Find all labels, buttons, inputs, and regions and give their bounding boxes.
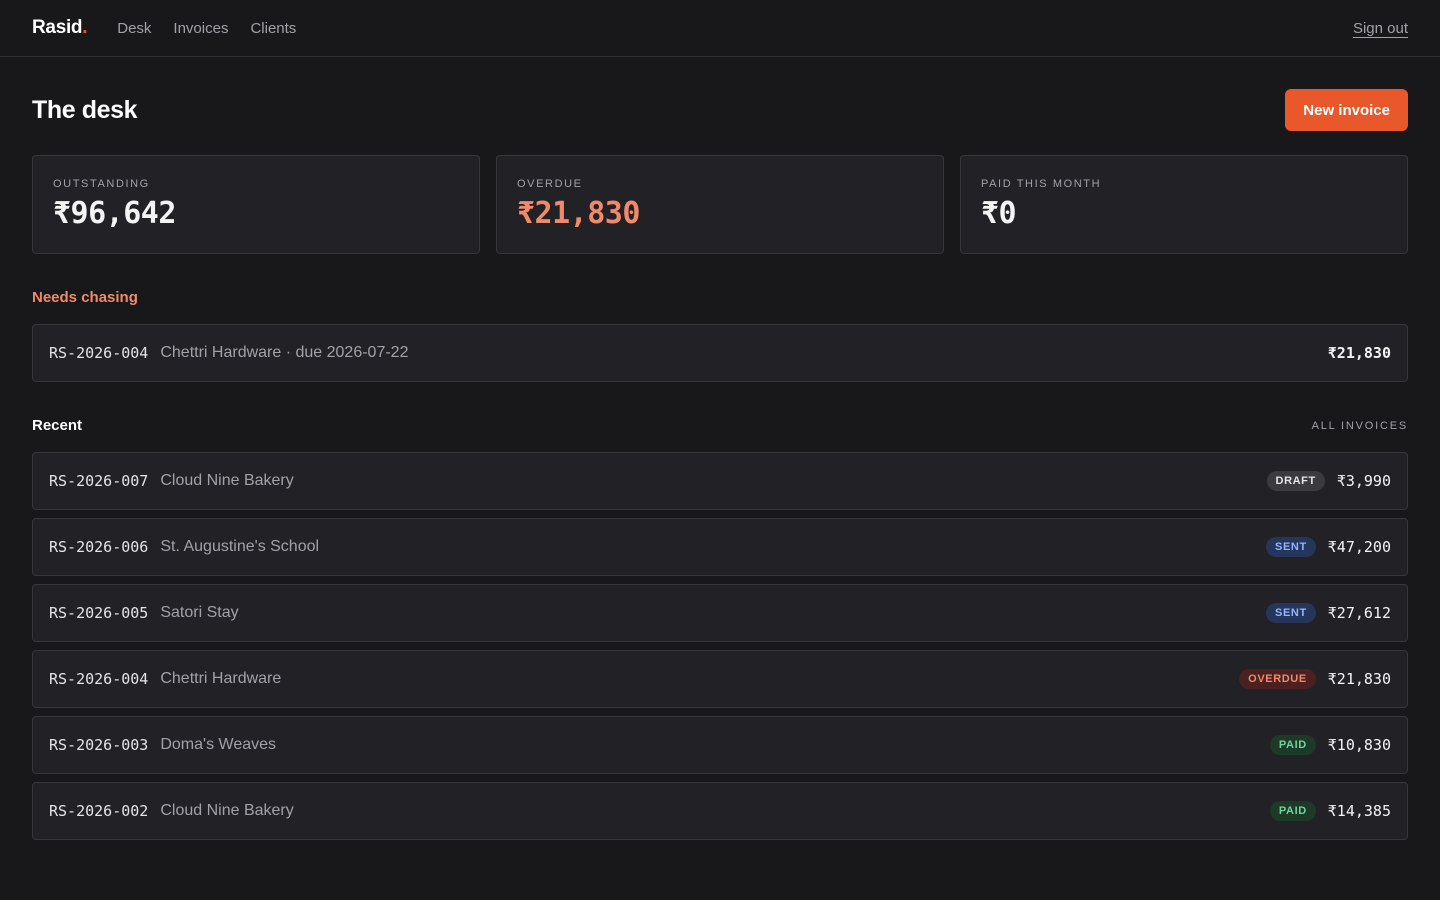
chase-invoice-row[interactable]: RS-2026-004 Chettri Hardware · due 2026-… <box>32 324 1408 382</box>
invoice-number: RS-2026-004 <box>49 344 149 362</box>
invoice-row[interactable]: RS-2026-003 Doma's Weaves PAID ₹10,830 <box>32 716 1408 774</box>
sign-out-link[interactable]: Sign out <box>1353 20 1408 37</box>
invoice-amount: ₹21,830 <box>1327 670 1391 688</box>
recent-heading: Recent <box>32 417 83 434</box>
stat-card-paid-this-month: PAID THIS MONTH ₹0 <box>960 155 1408 254</box>
status-badge: SENT <box>1266 537 1316 557</box>
brand-name: Rasid <box>32 17 83 38</box>
row-right: PAID ₹10,830 <box>1269 735 1391 755</box>
invoice-client: Chettri Hardware · due 2026-07-22 <box>160 344 409 361</box>
row-right: ₹21,830 <box>1328 344 1391 362</box>
brand-dot: . <box>82 17 88 38</box>
stat-label: OVERDUE <box>517 178 583 190</box>
status-badge: PAID <box>1269 735 1316 755</box>
recent-invoice-list: RS-2026-007 Cloud Nine Bakery DRAFT ₹3,9… <box>32 452 1408 840</box>
invoice-number: RS-2026-003 <box>49 736 149 754</box>
nav-item-desk[interactable]: Desk <box>109 16 159 41</box>
needs-chasing-list: RS-2026-004 Chettri Hardware · due 2026-… <box>32 324 1408 382</box>
invoice-row[interactable]: RS-2026-004 Chettri Hardware OVERDUE ₹21… <box>32 650 1408 708</box>
invoice-row[interactable]: RS-2026-002 Cloud Nine Bakery PAID ₹14,3… <box>32 782 1408 840</box>
main-content: The desk New invoice OUTSTANDING ₹96,642… <box>0 89 1440 840</box>
invoice-number: RS-2026-006 <box>49 538 149 556</box>
stat-value: ₹0 <box>981 196 1017 231</box>
needs-chasing-heading: Needs chasing <box>32 289 138 306</box>
nav-item-invoices[interactable]: Invoices <box>165 16 236 41</box>
status-badge: OVERDUE <box>1239 669 1316 689</box>
invoice-client: Satori Stay <box>160 604 239 621</box>
invoice-amount: ₹27,612 <box>1327 604 1391 622</box>
page-header: The desk New invoice <box>32 89 1408 131</box>
invoice-number: RS-2026-004 <box>49 670 149 688</box>
invoice-number: RS-2026-007 <box>49 472 149 490</box>
invoice-amount: ₹3,990 <box>1336 472 1391 490</box>
status-badge: SENT <box>1266 603 1316 623</box>
stats-row: OUTSTANDING ₹96,642 OVERDUE ₹21,830 PAID… <box>32 155 1408 254</box>
invoice-amount: ₹21,830 <box>1327 344 1391 362</box>
invoice-amount: ₹10,830 <box>1327 736 1391 754</box>
invoice-number: RS-2026-005 <box>49 604 149 622</box>
row-right: SENT ₹27,612 <box>1266 603 1391 623</box>
brand-logo[interactable]: Rasid. <box>32 17 88 39</box>
stat-label: PAID THIS MONTH <box>981 178 1102 190</box>
invoice-row[interactable]: RS-2026-007 Cloud Nine Bakery DRAFT ₹3,9… <box>32 452 1408 510</box>
stat-value: ₹96,642 <box>53 196 176 231</box>
top-nav-bar: Rasid. Desk Invoices Clients Sign out <box>0 0 1440 57</box>
row-right: DRAFT ₹3,990 <box>1266 471 1391 491</box>
invoice-number: RS-2026-002 <box>49 802 149 820</box>
invoice-row[interactable]: RS-2026-005 Satori Stay SENT ₹27,612 <box>32 584 1408 642</box>
stat-card-overdue: OVERDUE ₹21,830 <box>496 155 944 254</box>
main-nav: Desk Invoices Clients <box>109 16 304 41</box>
stat-label: OUTSTANDING <box>53 178 150 190</box>
all-invoices-link[interactable]: ALL INVOICES <box>1312 420 1408 432</box>
invoice-client: Cloud Nine Bakery <box>160 472 294 489</box>
invoice-client: Chettri Hardware <box>160 670 282 687</box>
invoice-amount: ₹47,200 <box>1327 538 1391 556</box>
invoice-row[interactable]: RS-2026-006 St. Augustine's School SENT … <box>32 518 1408 576</box>
row-right: PAID ₹14,385 <box>1269 801 1391 821</box>
page-title: The desk <box>32 95 138 124</box>
row-right: OVERDUE ₹21,830 <box>1239 669 1391 689</box>
stat-card-outstanding: OUTSTANDING ₹96,642 <box>32 155 480 254</box>
invoice-client: Doma's Weaves <box>160 736 277 753</box>
invoice-client: Cloud Nine Bakery <box>160 802 294 819</box>
recent-header: Recent ALL INVOICES <box>32 417 1408 435</box>
new-invoice-button[interactable]: New invoice <box>1285 89 1408 131</box>
nav-item-clients[interactable]: Clients <box>242 16 304 41</box>
status-badge: DRAFT <box>1266 471 1325 491</box>
invoice-amount: ₹14,385 <box>1327 802 1391 820</box>
status-badge: PAID <box>1269 801 1316 821</box>
row-right: SENT ₹47,200 <box>1266 537 1391 557</box>
stat-value: ₹21,830 <box>517 196 640 231</box>
invoice-client: St. Augustine's School <box>160 538 320 555</box>
